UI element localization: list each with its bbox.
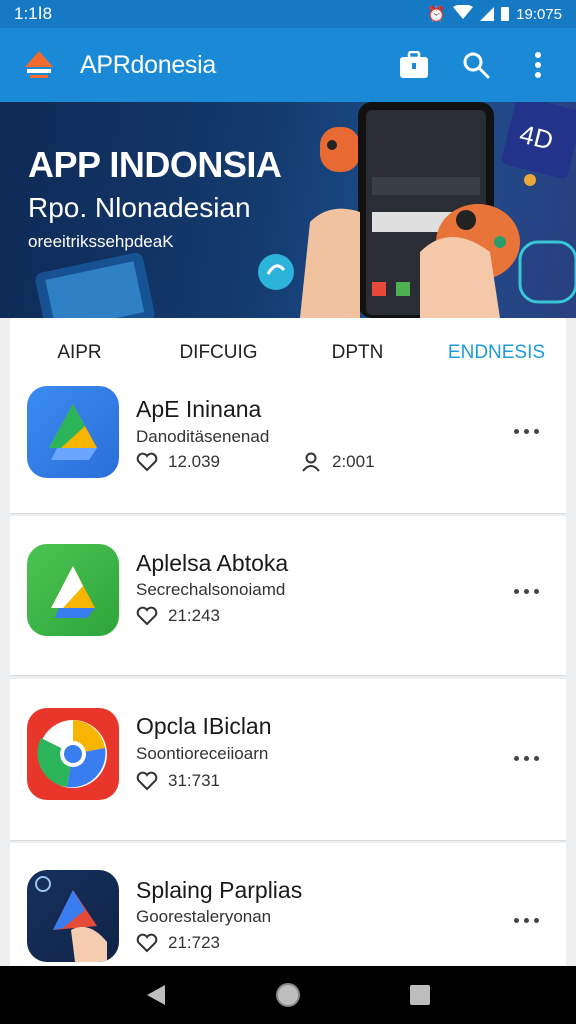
app-name: Aplelsa Abtoka bbox=[136, 550, 289, 576]
back-button[interactable] bbox=[134, 973, 178, 1017]
more-options-button[interactable] bbox=[506, 743, 546, 773]
heart-icon bbox=[136, 606, 158, 626]
likes-count: 12.039 bbox=[168, 452, 220, 471]
drive-blue-icon bbox=[27, 386, 119, 478]
app-likes: 21:243 bbox=[136, 606, 220, 626]
search-icon bbox=[463, 52, 490, 79]
battery-icon bbox=[501, 7, 510, 21]
app-users: 2:001 bbox=[300, 452, 375, 472]
promo-banner[interactable]: 4D APP INDONSIA Rpo. Nlonadesian oreeitr… bbox=[0, 102, 576, 318]
more-options-button[interactable] bbox=[506, 905, 546, 935]
search-button[interactable] bbox=[456, 45, 496, 85]
heart-icon bbox=[136, 933, 158, 953]
signal-icon bbox=[480, 7, 495, 21]
app-list-item[interactable]: Opcla IBiclan Soontioreceiioarn 31:731 bbox=[10, 679, 566, 841]
more-vert-icon bbox=[535, 52, 541, 78]
tab-aipr[interactable]: AIPR bbox=[10, 340, 149, 364]
app-bar-actions bbox=[394, 45, 576, 85]
app-list-item[interactable]: ApE Ininana Danoditäsenenad 12.039 2:001 bbox=[10, 370, 566, 514]
app-bar: APRdonesia bbox=[0, 28, 576, 102]
app-title: APRdonesia bbox=[80, 50, 216, 79]
tab-difcuig[interactable]: DIFCUIG bbox=[149, 340, 288, 364]
app-description: Soontioreceiioarn bbox=[136, 744, 269, 763]
wifi-icon bbox=[453, 4, 474, 23]
tab-endnesis[interactable]: ENDNESIS bbox=[427, 340, 566, 364]
banner-title: APP INDONSIA bbox=[28, 144, 282, 185]
home-icon bbox=[276, 983, 300, 1007]
system-nav-bar bbox=[0, 966, 576, 1024]
app-name: Splaing Parplias bbox=[136, 877, 303, 903]
drive-green-icon bbox=[27, 544, 119, 636]
banner-subtitle: Rpo. Nlonadesian bbox=[28, 192, 251, 223]
app-likes: 31:731 bbox=[136, 771, 220, 791]
person-icon bbox=[302, 452, 320, 472]
tab-dptn[interactable]: DPTN bbox=[288, 340, 427, 364]
app-description: Secrechalsonoiamd bbox=[136, 580, 286, 599]
likes-count: 21:243 bbox=[168, 606, 220, 625]
chrome-red-icon bbox=[27, 708, 119, 800]
more-options-button[interactable] bbox=[506, 576, 546, 606]
alarm-icon: ⏰ bbox=[427, 6, 447, 23]
heart-icon bbox=[136, 771, 158, 791]
app-likes: 21:723 bbox=[136, 933, 220, 953]
screen: 1:1Ⅰ8 ⏰ 19:075 APRdonesia 4D APP INDONSI… bbox=[0, 0, 576, 1024]
status-time: 1:1Ⅰ8 bbox=[14, 4, 53, 23]
app-name: Opcla IBiclan bbox=[136, 713, 272, 739]
app-description: Danoditäsenenad bbox=[136, 427, 270, 446]
app-description: Goorestaleryonan bbox=[136, 907, 272, 926]
status-clock: 19:075 bbox=[516, 5, 562, 23]
likes-count: 31:731 bbox=[168, 771, 220, 790]
briefcase-icon bbox=[400, 51, 428, 78]
banner-tagline: oreeitrikssehpdeaK bbox=[28, 232, 174, 251]
app-list-item[interactable]: Aplelsa Abtoka Secrechalsonoiamd 21:243 bbox=[10, 516, 566, 676]
status-bar: 1:1Ⅰ8 ⏰ 19:075 bbox=[0, 0, 576, 28]
hand-triangle-icon bbox=[27, 870, 119, 962]
status-icons: ⏰ 19:075 bbox=[427, 4, 562, 23]
users-count: 2:001 bbox=[332, 452, 375, 471]
more-options-button[interactable] bbox=[506, 416, 546, 446]
back-icon bbox=[147, 985, 165, 1005]
likes-count: 21:723 bbox=[168, 933, 220, 952]
heart-icon bbox=[136, 452, 158, 472]
recents-button[interactable] bbox=[398, 973, 442, 1017]
app-logo-icon bbox=[25, 51, 53, 78]
app-list-item[interactable]: Splaing Parplias Goorestaleryonan 21:723 bbox=[10, 843, 566, 973]
home-button[interactable] bbox=[266, 973, 310, 1017]
briefcase-button[interactable] bbox=[394, 45, 434, 85]
overflow-menu-button[interactable] bbox=[518, 45, 558, 85]
app-likes: 12.039 bbox=[136, 452, 220, 472]
app-name: ApE Ininana bbox=[136, 396, 262, 422]
recents-icon bbox=[410, 985, 430, 1005]
